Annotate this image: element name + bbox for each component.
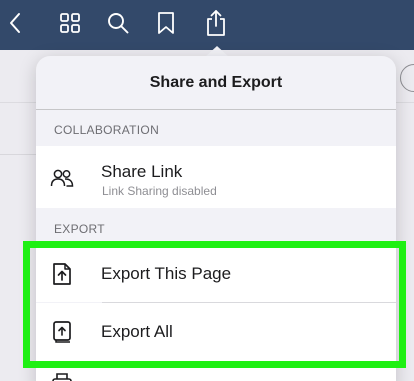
divider bbox=[0, 154, 40, 155]
section-header-export: EXPORT bbox=[54, 222, 105, 236]
share-button[interactable] bbox=[196, 0, 236, 50]
share-icon bbox=[205, 9, 227, 42]
chevron-left-icon bbox=[8, 12, 22, 39]
bookmark-button[interactable] bbox=[146, 0, 186, 50]
popover-title: Share and Export bbox=[36, 56, 396, 110]
search-icon bbox=[107, 12, 129, 39]
grid-button[interactable] bbox=[50, 0, 90, 50]
grid-icon bbox=[59, 12, 81, 39]
share-link-row[interactable]: Share Link Link Sharing disabled bbox=[36, 146, 396, 208]
search-button[interactable] bbox=[98, 0, 138, 50]
section-header-collaboration: COLLABORATION bbox=[54, 123, 160, 137]
back-button[interactable] bbox=[0, 0, 30, 50]
share-link-status: Link Sharing disabled bbox=[102, 184, 217, 198]
highlight-box bbox=[23, 241, 406, 368]
bookmark-icon bbox=[157, 11, 175, 40]
printer-icon bbox=[50, 370, 74, 381]
share-link-label: Share Link bbox=[101, 162, 183, 181]
people-icon bbox=[50, 166, 74, 190]
top-toolbar bbox=[0, 0, 414, 50]
